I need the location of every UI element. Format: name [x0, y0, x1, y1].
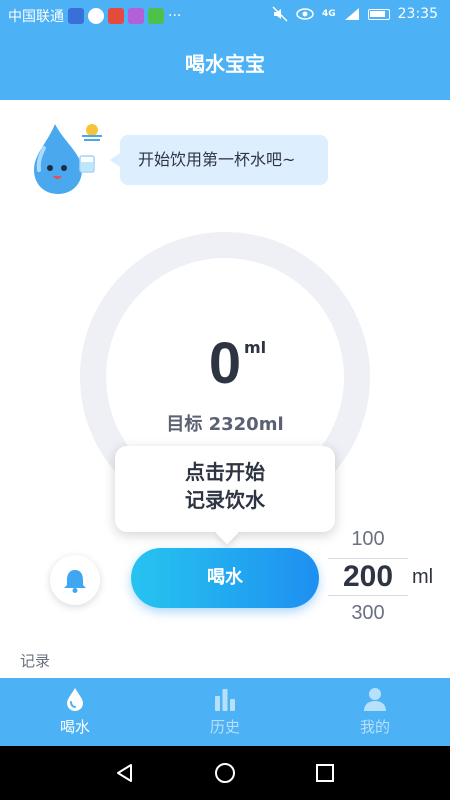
notification-app-icon: [108, 8, 124, 24]
intake-amount: 0: [208, 331, 242, 396]
drink-button[interactable]: 喝水: [131, 548, 319, 608]
notification-app-icon: [128, 8, 144, 24]
network-type: 4G: [321, 9, 336, 19]
bottom-tab-bar: 喝水 历史 我的: [0, 678, 450, 746]
tab-label: 历史: [209, 718, 240, 736]
recent-square-icon[interactable]: [314, 762, 336, 784]
carrier-label: 中国联通: [8, 9, 64, 25]
system-nav-bar: [0, 746, 450, 800]
signal-icon: [344, 8, 359, 20]
notification-app-icon: [88, 8, 104, 24]
eye-icon: [296, 8, 314, 20]
start-tooltip: 点击开始 记录饮水: [115, 446, 335, 532]
volume-option[interactable]: 300: [328, 602, 408, 625]
notification-app-icon: [68, 8, 84, 24]
tooltip-line-2: 记录饮水: [185, 488, 265, 512]
battery-icon: [367, 8, 390, 20]
tab-profile[interactable]: 我的: [300, 678, 450, 746]
bar-chart-icon: [215, 689, 235, 711]
page-title: 喝水宝宝: [0, 30, 450, 100]
home-circle-icon[interactable]: [214, 762, 236, 784]
water-drop-icon: [67, 688, 83, 711]
status-bar: 中国联通 ··· 4G 23:35: [0, 0, 450, 30]
tab-drink[interactable]: 喝水: [0, 678, 150, 746]
more-notifications: ···: [168, 8, 182, 24]
mascot-speech-bubble: 开始饮用第一杯水吧~: [110, 135, 328, 185]
tab-label: 喝水: [59, 718, 90, 736]
records-heading: 记录: [20, 652, 51, 670]
back-triangle-icon[interactable]: [114, 762, 136, 784]
clock: 23:35: [397, 6, 438, 22]
tab-history[interactable]: 历史: [150, 678, 300, 746]
tooltip-line-1: 点击开始: [185, 460, 265, 484]
volume-unit: ml: [412, 566, 434, 588]
volume-picker[interactable]: 100 200 300: [328, 524, 408, 630]
mute-icon: [272, 6, 288, 22]
reminder-button[interactable]: [50, 555, 100, 605]
volume-selected[interactable]: 200: [328, 558, 408, 596]
user-icon: [364, 688, 386, 711]
water-drop-mascot: [34, 124, 102, 194]
goal-label: 目标 2320ml: [166, 414, 284, 435]
notification-app-icon: [148, 8, 164, 24]
bell-icon: [64, 570, 86, 593]
intake-unit: ml: [244, 338, 267, 357]
volume-option[interactable]: 100: [328, 528, 408, 551]
intake-amount-wrap: 0: [0, 330, 450, 397]
tab-label: 我的: [359, 718, 390, 736]
